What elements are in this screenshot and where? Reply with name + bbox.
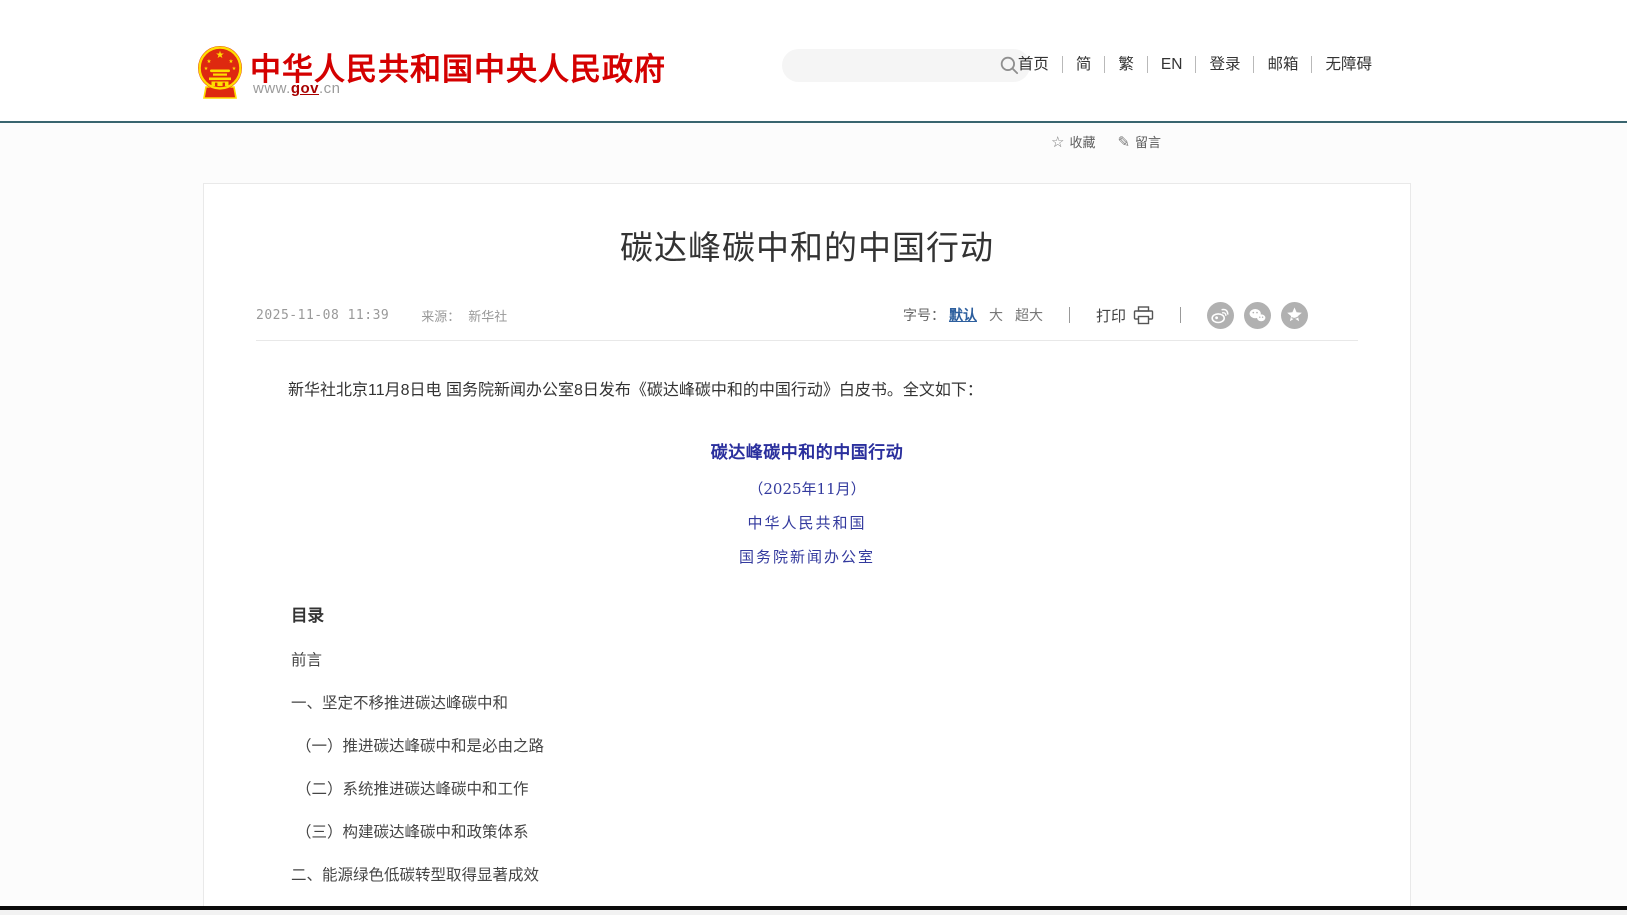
toc-item: （二）系统推进碳达峰碳中和工作 [256, 782, 1358, 798]
page-actions: ☆ 收藏 ✎ 留言 [1051, 132, 1161, 151]
article-card: 碳达峰碳中和的中国行动 2025-11-08 11:39 来源： 新华社 字号：… [203, 183, 1411, 915]
svg-text:★: ★ [204, 66, 209, 72]
fontsize-label: 字号： [903, 305, 945, 325]
site-url-suffix: .cn [319, 80, 341, 97]
print-label: 打印 [1096, 305, 1126, 326]
source-value: 新华社 [468, 306, 507, 325]
site-url-prefix: www. [253, 80, 291, 97]
pencil-icon: ✎ [1117, 133, 1130, 151]
document-title: 碳达峰碳中和的中国行动 [256, 438, 1358, 463]
print-button[interactable]: 打印 [1096, 305, 1154, 326]
favorite-button[interactable]: ☆ 收藏 [1051, 132, 1095, 151]
svg-text:★: ★ [229, 58, 234, 65]
document-date: （2025年11月） [256, 478, 1358, 499]
article-meta-left: 2025-11-08 11:39 来源： 新华社 [256, 306, 507, 325]
nav-item[interactable]: 无障碍 [1312, 56, 1372, 73]
nav-item[interactable]: 繁 [1105, 56, 1148, 73]
search-bar[interactable] [782, 49, 1030, 82]
nav-item[interactable]: 邮箱 [1254, 56, 1312, 73]
nav-item[interactable]: 简 [1063, 56, 1106, 73]
svg-text:★: ★ [216, 50, 225, 61]
printer-icon [1133, 306, 1154, 325]
vertical-divider [1069, 307, 1070, 323]
favorite-label: 收藏 [1069, 132, 1095, 151]
source-label: 来源： [421, 306, 460, 325]
nav-item[interactable]: 首页 [1018, 56, 1063, 73]
svg-text:★: ★ [232, 66, 237, 72]
bottom-gap [0, 910, 1627, 915]
toc-item: 二、能源绿色低碳转型取得显著成效 [256, 868, 1358, 884]
svg-text:★: ★ [207, 58, 212, 65]
top-nav: 首页简繁EN登录邮箱无障碍 [1018, 56, 1372, 73]
toc-item: 前言 [256, 653, 1358, 669]
article-meta-row: 2025-11-08 11:39 来源： 新华社 字号： 默认大超大 打印 [256, 304, 1358, 326]
document-org-line1: 中华人民共和国 [256, 512, 1358, 533]
site-url[interactable]: www.gov.cn [253, 80, 341, 97]
toc-heading: 目录 [256, 602, 1358, 626]
fontsize-option[interactable]: 超大 [1015, 305, 1043, 325]
site-url-gov: gov [291, 80, 319, 97]
meta-separator-line [256, 340, 1358, 341]
article-title: 碳达峰碳中和的中国行动 [256, 221, 1358, 269]
fontsize-option[interactable]: 大 [989, 305, 1003, 325]
document-org-line2: 国务院新闻办公室 [256, 546, 1358, 567]
nav-item[interactable]: 登录 [1196, 56, 1254, 73]
share-icons [1207, 302, 1308, 329]
search-icon[interactable] [999, 55, 1020, 76]
weibo-share-icon[interactable] [1207, 302, 1234, 329]
lead-paragraph: 新华社北京11月8日电 国务院新闻办公室8日发布《碳达峰碳中和的中国行动》白皮书… [256, 378, 1358, 404]
search-input[interactable] [798, 49, 993, 82]
fontsize-option[interactable]: 默认 [949, 305, 977, 325]
vertical-divider [1180, 307, 1181, 323]
toc-list: 前言一、坚定不移推进碳达峰碳中和 （一）推进碳达峰碳中和是必由之路 （二）系统推进碳… [256, 653, 1358, 915]
qzone-share-icon[interactable] [1281, 302, 1308, 329]
comment-button[interactable]: ✎ 留言 [1117, 132, 1161, 151]
site-header: ★ ★ ★ ★ ★ 中华人民共和国中央人民政府 www.gov.cn 首页简繁E… [0, 0, 1627, 121]
publish-datetime: 2025-11-08 11:39 [256, 308, 389, 323]
fontsize-options: 默认大超大 [949, 305, 1043, 325]
article-meta-right: 字号： 默认大超大 打印 [903, 302, 1308, 329]
toc-item: （一）推进碳达峰碳中和是必由之路 [256, 739, 1358, 755]
comment-label: 留言 [1135, 132, 1161, 151]
star-icon: ☆ [1051, 133, 1064, 151]
page: ★ ★ ★ ★ ★ 中华人民共和国中央人民政府 www.gov.cn 首页简繁E… [0, 0, 1627, 915]
toc-item: （三）构建碳达峰碳中和政策体系 [256, 825, 1358, 841]
nav-item[interactable]: EN [1148, 56, 1197, 73]
national-emblem-logo: ★ ★ ★ ★ ★ [196, 43, 244, 101]
toc-item: 一、坚定不移推进碳达峰碳中和 [256, 696, 1358, 712]
wechat-share-icon[interactable] [1244, 302, 1271, 329]
